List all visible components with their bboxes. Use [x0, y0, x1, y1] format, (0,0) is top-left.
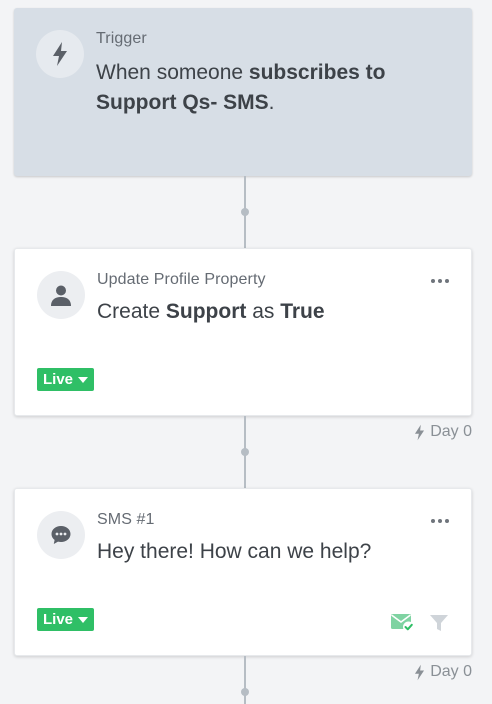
more-options-icon[interactable]	[431, 279, 449, 283]
step-type-label: Update Profile Property	[97, 271, 266, 288]
filter-icon[interactable]	[429, 613, 449, 633]
update-profile-property-card[interactable]: Update Profile Property Create Support a…	[14, 248, 472, 416]
step-icon-circle	[37, 511, 85, 559]
flow-connector-node[interactable]	[241, 448, 249, 456]
message-verified-icon[interactable]	[391, 613, 415, 633]
lightning-icon	[415, 664, 425, 680]
status-label: Live	[43, 371, 74, 388]
property-value: True	[280, 300, 325, 323]
lightning-icon	[415, 424, 425, 440]
step-status-icons	[391, 613, 449, 633]
step-description: Create Support as True	[97, 300, 325, 323]
trigger-description: When someone subscribes to Support Qs- S…	[96, 61, 386, 114]
sms-message-text: Hey there! How can we help?	[97, 540, 372, 563]
step-icon-circle	[37, 271, 85, 319]
more-options-icon[interactable]	[431, 519, 449, 523]
caret-down-icon	[78, 377, 89, 383]
lightning-icon	[53, 42, 67, 66]
delay-label[interactable]: Day 0	[413, 423, 472, 441]
trigger-label: Trigger	[96, 30, 147, 47]
trigger-icon-circle	[36, 30, 84, 78]
person-icon	[51, 285, 71, 306]
chat-bubble-icon	[51, 526, 71, 544]
delay-label[interactable]: Day 0	[413, 663, 472, 681]
status-label: Live	[43, 611, 74, 628]
trigger-card[interactable]: Trigger When someone subscribes to Suppo…	[14, 8, 472, 176]
sms-message-card[interactable]: SMS #1 Hey there! How can we help? Live	[14, 488, 472, 656]
flow-connector-node[interactable]	[241, 688, 249, 696]
status-dropdown[interactable]: Live	[37, 608, 95, 631]
step-type-label: SMS #1	[97, 511, 155, 528]
flow-connector	[244, 656, 246, 704]
status-dropdown[interactable]: Live	[37, 368, 95, 391]
property-name: Support	[165, 300, 247, 323]
caret-down-icon	[78, 617, 89, 623]
flow-connector-node[interactable]	[241, 208, 249, 216]
